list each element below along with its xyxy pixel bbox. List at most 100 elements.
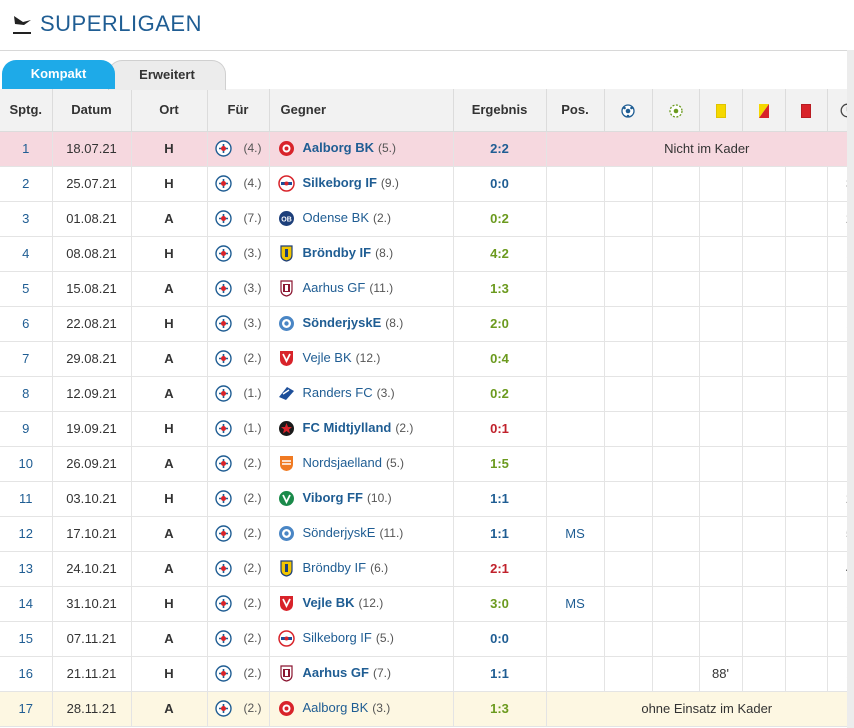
col-red[interactable] — [785, 89, 828, 132]
result-link[interactable]: 1:1 — [453, 481, 547, 517]
opponent-cell: FC Midtjylland (2.) — [269, 411, 454, 447]
col-ergebnis[interactable]: Ergebnis — [453, 89, 547, 132]
table-row[interactable]: 1 18.07.21 H (4.) Aalborg BK (5.) 2:2 Nicht im … — [0, 131, 854, 167]
opponent-link[interactable]: Bröndby IF — [303, 245, 372, 260]
opponent-link[interactable]: Aarhus GF — [303, 665, 369, 680]
col-gegner[interactable]: Gegner — [269, 89, 454, 132]
result-link[interactable]: 1:3 — [453, 271, 547, 307]
assists-cell — [652, 201, 700, 237]
table-row[interactable]: 301.08.21A(7.)OBOdense BK(2.)0:225' — [0, 201, 854, 237]
brondby-crest-icon — [278, 245, 295, 262]
own-team-cell: (2.) — [207, 621, 270, 657]
col-ort[interactable]: Ort — [131, 89, 208, 132]
status-note: Nicht im Kader — [546, 131, 854, 167]
result-link[interactable]: 1:5 — [453, 446, 547, 482]
opponent-link[interactable]: Silkeborg IF — [303, 630, 372, 645]
position-cell: MS — [546, 516, 605, 552]
yellow-red-card-cell — [742, 166, 786, 202]
result-link[interactable]: 1:1 — [453, 656, 547, 692]
opponent-link[interactable]: Vejle BK — [303, 595, 355, 610]
position-cell — [546, 341, 605, 377]
result-link[interactable]: 0:2 — [453, 201, 547, 237]
result-link[interactable]: 1:3 — [453, 691, 547, 727]
match-table: Sptg. Datum Ort Für Gegner Ergebnis Pos. — [0, 89, 854, 727]
venue-cell: A — [131, 271, 208, 307]
opponent-rank: (5.) — [386, 455, 404, 470]
opponent-link[interactable]: SönderjyskE — [303, 315, 382, 330]
result-link[interactable]: 1:1 — [453, 516, 547, 552]
result-link[interactable]: 0:0 — [453, 166, 547, 202]
result-link[interactable]: 4:2 — [453, 236, 547, 272]
col-goals[interactable] — [604, 89, 653, 132]
table-row[interactable]: 1621.11.21H(2.)Aarhus GF(7.)1:188'13' — [0, 656, 854, 692]
table-row[interactable]: 17 28.11.21 A (2.) Aalborg BK (3.) 1:3 ohne Ein… — [0, 691, 854, 727]
table-row[interactable]: 812.09.21A(1.)Randers FC(3.)0:28' — [0, 376, 854, 412]
col-assists[interactable] — [652, 89, 700, 132]
opponent-link[interactable]: Vejle BK — [303, 350, 352, 365]
opponent-rank: (11.) — [369, 280, 394, 295]
result-link[interactable]: 2:1 — [453, 551, 547, 587]
tab-kompakt[interactable]: Kompakt — [2, 60, 115, 89]
yellow-red-card-cell — [742, 656, 786, 692]
opponent-link[interactable]: Nordsjaelland — [303, 455, 383, 470]
col-datum[interactable]: Datum — [52, 89, 132, 132]
competition-header: SUPERLIGAEN — [0, 0, 854, 51]
own-rank: (1.) — [243, 420, 262, 435]
col-spieltag[interactable]: Sptg. — [0, 89, 53, 132]
goals-cell — [604, 516, 653, 552]
opponent-link[interactable]: Viborg FF — [303, 490, 363, 505]
assists-cell — [652, 271, 700, 307]
tab-erweitert[interactable]: Erweitert — [108, 60, 226, 90]
result-link[interactable]: 2:2 — [453, 131, 547, 167]
opponent-link[interactable]: FC Midtjylland — [303, 420, 392, 435]
table-row[interactable]: 1026.09.21A(2.)Nordsjaelland(5.)1:58' — [0, 446, 854, 482]
svg-text:OB: OB — [281, 217, 292, 224]
fc-kobenhavn-crest-icon — [214, 665, 232, 682]
opponent-rank: (2.) — [373, 210, 391, 225]
red-card-icon — [801, 103, 811, 118]
assists-cell — [652, 446, 700, 482]
opponent-link[interactable]: Aalborg BK — [303, 700, 369, 715]
opponent-link[interactable]: Bröndby IF — [303, 560, 367, 575]
red-card-cell — [785, 656, 828, 692]
col-yellow-red[interactable] — [742, 89, 786, 132]
assists-cell — [652, 586, 700, 622]
table-row[interactable]: 1507.11.21A(2.)Silkeborg IF(5.)0:019' — [0, 621, 854, 657]
table-row[interactable]: 1431.10.21H(2.)Vejle BK(12.)3:0MS18' — [0, 586, 854, 622]
matchday-cell: 9 — [0, 411, 53, 447]
table-row[interactable]: 622.08.21H(3.)SönderjyskE(8.)2:010' — [0, 306, 854, 342]
col-fuer[interactable]: Für — [207, 89, 270, 132]
assists-cell — [652, 306, 700, 342]
result-link[interactable]: 0:4 — [453, 341, 547, 377]
own-team-cell: (2.) — [207, 586, 270, 622]
opponent-link[interactable]: Odense BK — [303, 210, 370, 225]
superliga-logo-icon — [13, 16, 31, 34]
scrollbar[interactable] — [847, 50, 854, 728]
table-row[interactable]: 729.08.21A(2.)Vejle BK(12.)0:49' — [0, 341, 854, 377]
result-link[interactable]: 2:0 — [453, 306, 547, 342]
opponent-link[interactable]: Aarhus GF — [303, 280, 366, 295]
goals-cell — [604, 236, 653, 272]
result-link[interactable]: 0:0 — [453, 621, 547, 657]
opponent-link[interactable]: Aalborg BK — [303, 140, 375, 155]
col-pos[interactable]: Pos. — [546, 89, 605, 132]
fc-kobenhavn-crest-icon — [214, 455, 232, 472]
table-row[interactable]: 1324.10.21A(2.)Bröndby IF(6.)2:145' — [0, 551, 854, 587]
table-row[interactable]: 1217.10.21A(2.)SönderjyskE(11.)1:1MS58' — [0, 516, 854, 552]
position-cell: MS — [546, 586, 605, 622]
result-link[interactable]: 0:1 — [453, 411, 547, 447]
matchday-cell: 2 — [0, 166, 53, 202]
opponent-link[interactable]: Randers FC — [303, 385, 373, 400]
table-row[interactable]: 515.08.21A(3.)Aarhus GF(11.)1:33' — [0, 271, 854, 307]
table-row[interactable]: 408.08.21H(3.)Bröndby IF(8.)4:218' — [0, 236, 854, 272]
table-row[interactable]: 225.07.21H(4.)Silkeborg IF(9.)0:035' — [0, 166, 854, 202]
table-row[interactable]: 1103.10.21H(2.)Viborg FF(10.)1:125' — [0, 481, 854, 517]
opponent-link[interactable]: Silkeborg IF — [303, 175, 377, 190]
table-row[interactable]: 919.09.21H(1.)FC Midtjylland(2.)0:12' — [0, 411, 854, 447]
red-card-cell — [785, 341, 828, 377]
col-yellow[interactable] — [699, 89, 743, 132]
result-link[interactable]: 3:0 — [453, 586, 547, 622]
result-link[interactable]: 0:2 — [453, 376, 547, 412]
opponent-link[interactable]: SönderjyskE — [303, 525, 376, 540]
matchday-cell: 15 — [0, 621, 53, 657]
